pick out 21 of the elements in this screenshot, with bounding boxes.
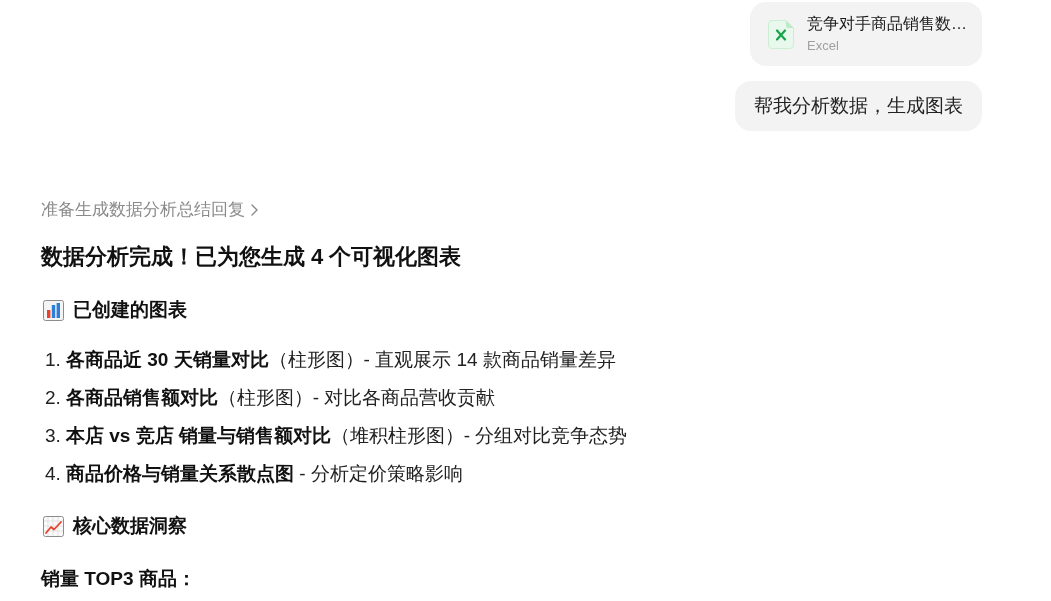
status-toggle[interactable]: 准备生成数据分析总结回复 <box>41 200 258 220</box>
list-item-text: 商品价格与销量关系散点图 - 分析定价策略影响 <box>65 462 463 486</box>
subsection-label: 销量 TOP3 商品： <box>41 567 196 591</box>
section-heading: 已创建的图表 <box>73 298 187 322</box>
list-item-text: 各商品近 30 天销量对比（柱形图）- 直观展示 14 款商品销量差异 <box>65 348 616 372</box>
user-message-bubble: 帮我分析数据，生成图表 <box>735 81 982 131</box>
list-number: 2. <box>45 386 61 410</box>
list-item-text: 本店 vs 竞店 销量与销售额对比（堆积柱形图）- 分组对比竞争态势 <box>65 424 628 448</box>
chevron-right-icon <box>251 204 258 216</box>
spreadsheet-file-icon <box>768 19 794 49</box>
file-name: 竞争对手商品销售数… <box>807 14 967 34</box>
section-heading: 核心数据洞察 <box>73 514 187 538</box>
reply-title: 数据分析完成！已为您生成 4 个可视化图表 <box>41 243 462 271</box>
list-number: 3. <box>45 424 61 448</box>
list-item-text: 各商品销售额对比（柱形图）- 对比各商品营收贡献 <box>65 386 496 410</box>
file-card[interactable]: 竞争对手商品销售数… Excel <box>750 2 982 66</box>
file-type: Excel <box>807 38 840 54</box>
list-number: 4. <box>45 462 61 486</box>
line-chart-icon <box>43 515 64 537</box>
list-number: 1. <box>45 348 61 372</box>
bar-chart-icon <box>43 299 64 321</box>
